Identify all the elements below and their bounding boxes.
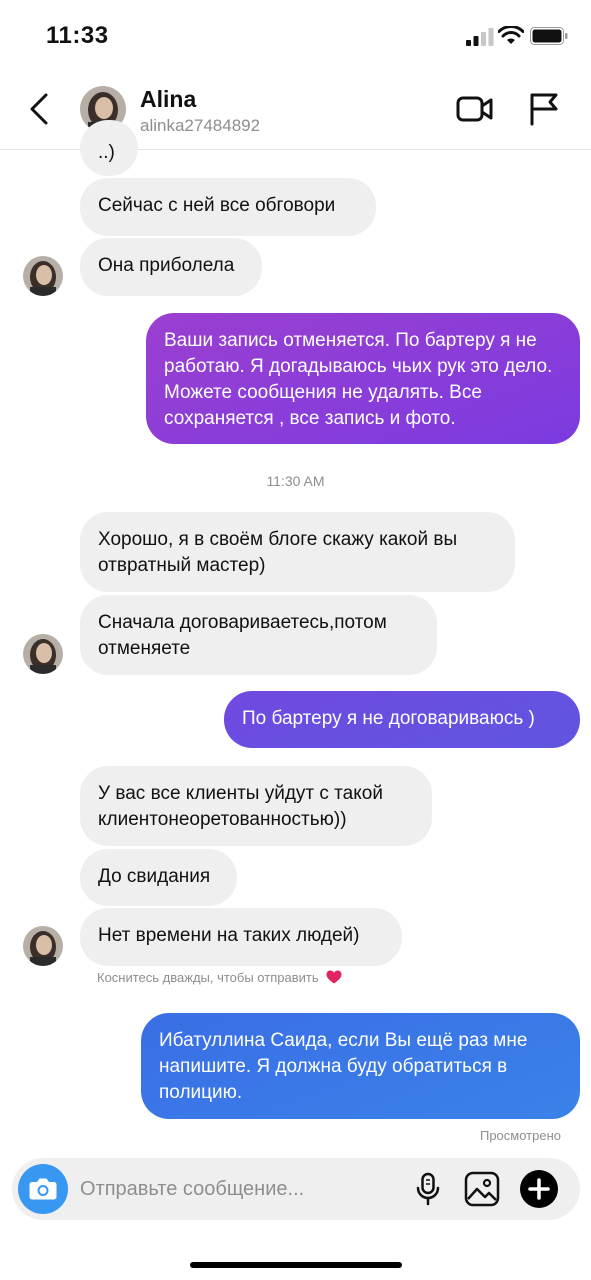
message-timestamp: 11:30 AM	[266, 473, 325, 489]
wifi-icon	[498, 26, 524, 44]
camera-button[interactable]	[18, 1164, 68, 1214]
battery-icon	[530, 27, 568, 45]
message-bubble-incoming[interactable]: ..)	[80, 120, 138, 176]
message-bubble-incoming[interactable]: Хорошо, я в своём блоге скажу какой вы о…	[80, 512, 515, 592]
double-tap-hint[interactable]: Коснитесь дважды, чтобы отправить	[97, 970, 342, 985]
heart-icon[interactable]	[326, 970, 342, 984]
home-indicator[interactable]	[190, 1262, 402, 1268]
sender-avatar[interactable]	[23, 256, 63, 296]
microphone-icon[interactable]	[414, 1172, 442, 1206]
report-flag-icon[interactable]	[526, 92, 560, 126]
message-composer	[12, 1158, 580, 1220]
sender-avatar[interactable]	[23, 926, 63, 966]
contact-name[interactable]: Alina	[140, 86, 196, 113]
contact-username[interactable]: alinka27484892	[140, 116, 260, 136]
double-tap-hint-label: Коснитесь дважды, чтобы отправить	[97, 970, 319, 985]
message-bubble-incoming[interactable]: Сначала договариваетесь,потом отменяете	[80, 595, 437, 675]
message-input[interactable]	[80, 1174, 400, 1204]
message-bubble-incoming[interactable]: Она приболела	[80, 238, 262, 296]
message-bubble-outgoing[interactable]: По бартеру я не договариваюсь )	[224, 691, 580, 748]
status-time: 11:33	[46, 22, 109, 49]
message-bubble-incoming[interactable]: Нет времени на таких людей)	[80, 908, 402, 966]
back-chevron-icon[interactable]	[26, 92, 54, 126]
message-bubble-incoming[interactable]: До свидания	[80, 849, 237, 906]
sender-avatar[interactable]	[23, 634, 63, 674]
cellular-signal-icon	[466, 28, 494, 46]
camera-icon	[29, 1178, 57, 1200]
status-bar: 11:33	[0, 0, 591, 72]
gallery-icon[interactable]	[464, 1171, 500, 1207]
message-bubble-outgoing[interactable]: Ваши запись отменяется. По бартеру я не …	[146, 313, 580, 444]
plus-icon	[528, 1178, 550, 1200]
message-bubble-outgoing[interactable]: Ибатуллина Саида, если Вы ещё раз мне на…	[141, 1013, 580, 1119]
video-call-icon[interactable]	[456, 92, 494, 126]
message-bubble-incoming[interactable]: У вас все клиенты уйдут с такой клиентон…	[80, 766, 432, 846]
message-bubble-incoming[interactable]: Сейчас с ней все обговори	[80, 178, 376, 236]
add-button[interactable]	[520, 1170, 558, 1208]
seen-status: Просмотрено	[479, 1128, 561, 1143]
